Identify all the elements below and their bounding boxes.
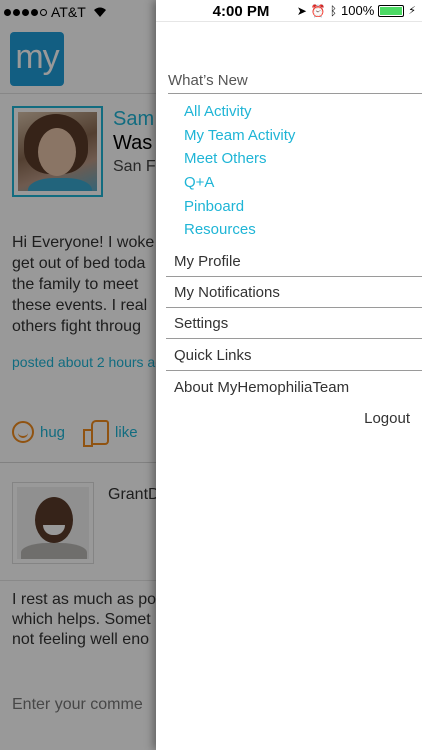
status-bar: 4:00 PM ➤ ⏰ ᛒ 100% ⚡ [156,0,422,22]
whats-new-submenu: All Activity My Team Activity Meet Other… [184,103,295,245]
menu-item-all-activity[interactable]: All Activity [184,103,295,127]
menu-item-resources[interactable]: Resources [184,221,295,245]
side-menu: 4:00 PM ➤ ⏰ ᛒ 100% ⚡ What’s New All Acti… [156,0,422,750]
bluetooth-icon: ᛒ [329,3,338,18]
battery-percent: 100% [341,3,375,18]
menu-item-about[interactable]: About MyHemophiliaTeam [166,372,422,403]
menu-item-quick-links[interactable]: Quick Links [166,340,422,371]
logout-button[interactable]: Logout [364,410,410,427]
menu-item-pinboard[interactable]: Pinboard [184,198,295,222]
menu-item-my-profile[interactable]: My Profile [166,246,422,277]
alarm-icon: ⏰ [310,3,326,18]
whats-new-header[interactable]: What’s New [168,70,422,94]
location-icon: ➤ [296,3,307,18]
charging-icon: ⚡ [408,5,416,17]
battery-icon [378,4,405,17]
menu-item-my-notifications[interactable]: My Notifications [166,277,422,308]
menu-item-qa[interactable]: Q+A [184,174,295,198]
menu-item-settings[interactable]: Settings [166,308,422,339]
status-bar-right: ➤ ⏰ ᛒ 100% ⚡ [297,3,416,18]
menu-item-meet-others[interactable]: Meet Others [184,150,295,174]
menu-item-my-team-activity[interactable]: My Team Activity [184,127,295,151]
